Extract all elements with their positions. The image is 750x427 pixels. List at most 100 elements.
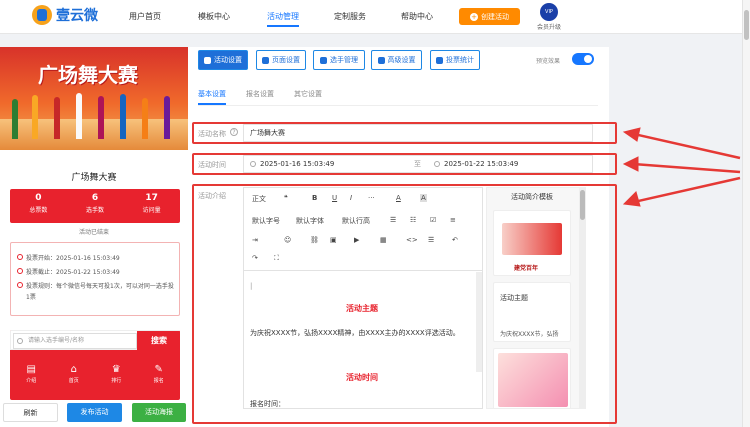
tab-label: 排行 xyxy=(111,378,122,384)
tab-advanced-settings[interactable]: 高级设置 xyxy=(371,50,422,70)
scrollbar-thumb[interactable] xyxy=(744,10,749,40)
template-scrollbar[interactable] xyxy=(579,188,585,408)
arrow-line xyxy=(633,162,741,174)
editor-scrollbar[interactable] xyxy=(476,272,482,372)
tab-vote-statistics[interactable]: 投票统计 xyxy=(430,50,480,70)
font-family-select[interactable]: 默认字体 xyxy=(296,216,324,226)
tab-signup[interactable]: ✎ 报名 xyxy=(138,360,181,400)
divider-icon[interactable]: ☰ xyxy=(428,236,434,244)
line-height-select[interactable]: 默认行高 xyxy=(342,216,370,226)
nav-home[interactable]: 用户首页 xyxy=(129,11,161,22)
subtab-basic[interactable]: 基本设置 xyxy=(198,89,226,105)
bold-icon[interactable]: B xyxy=(312,194,317,202)
quote-icon[interactable]: ❝ xyxy=(284,194,288,202)
nav-help-center[interactable]: 帮助中心 xyxy=(401,11,433,22)
subtab-signup[interactable]: 报名设置 xyxy=(246,89,274,99)
clock-icon xyxy=(250,161,256,167)
paragraph-style-select[interactable]: 正文 xyxy=(252,194,266,204)
font-color-icon[interactable]: A xyxy=(396,194,401,202)
start-time[interactable]: 2025-01-16 15:03:49 xyxy=(260,160,334,168)
clock-icon xyxy=(17,282,23,288)
mobile-preview-panel: 广场舞大赛 广场舞大赛 0 总票数 6 选手数 17 访问量 活动已结束 投票开始：2… xyxy=(0,47,188,427)
dancer-figure xyxy=(54,97,60,139)
tab-home[interactable]: ⌂ 首页 xyxy=(53,360,96,400)
stat-value: 6 xyxy=(91,193,99,203)
settings-panel: 活动设置 页面设置 选手管理 高级设置 投票统计 预览效果 基本设置 报名设置 … xyxy=(188,47,617,427)
nav-templates[interactable]: 模板中心 xyxy=(198,11,230,22)
template-panel-title: 活动简介模板 xyxy=(511,193,553,201)
create-activity-label: 创建活动 xyxy=(481,12,509,21)
number-list-icon[interactable]: ☷ xyxy=(410,216,416,224)
create-activity-button[interactable]: + 创建活动 xyxy=(459,8,520,25)
refresh-button[interactable]: 刷新 xyxy=(3,403,58,422)
redo-icon[interactable]: ↷ xyxy=(252,254,258,262)
todo-icon[interactable]: ☑ xyxy=(430,216,436,224)
tab-page-settings[interactable]: 页面设置 xyxy=(256,50,306,70)
table-icon[interactable]: ▦ xyxy=(380,236,387,244)
fullscreen-icon[interactable]: ⛶ xyxy=(274,254,279,263)
vip-upgrade[interactable]: VIP 会员升级 xyxy=(533,3,565,31)
template-card-title: 活动主题 xyxy=(500,294,528,302)
vote-end: 投票截止：2025-01-22 15:03:49 xyxy=(26,269,120,276)
font-size-select[interactable]: 默认字号 xyxy=(252,216,280,226)
italic-icon[interactable]: I xyxy=(350,194,352,202)
name-label: 活动名称 xyxy=(198,130,226,138)
video-icon[interactable]: ▶ xyxy=(354,236,359,244)
link-icon[interactable]: ⛓ xyxy=(310,236,319,244)
rich-text-editor[interactable]: 正文 ❝ B U I ··· A A 默认字号 默认字体 默认行高 ☰ ☷ ☑ … xyxy=(243,187,483,409)
preview-toggle[interactable] xyxy=(572,53,594,65)
clock-icon xyxy=(17,268,23,274)
text-cursor: | xyxy=(250,282,253,290)
logo[interactable]: 壹云微 xyxy=(32,5,98,25)
nav-custom-service[interactable]: 定制服务 xyxy=(334,11,366,22)
code-icon[interactable]: <> xyxy=(406,236,418,244)
poster-button[interactable]: 活动海报 xyxy=(132,403,186,422)
template-card[interactable]: 建党百年 xyxy=(493,210,571,276)
template-thumbnail xyxy=(502,223,562,255)
activity-name-input[interactable]: 广场舞大赛 xyxy=(243,124,593,142)
range-separator: 至 xyxy=(414,160,421,168)
scrollbar-thumb[interactable] xyxy=(580,190,585,220)
help-icon[interactable]: ? xyxy=(230,128,238,136)
emoji-icon[interactable]: ☺ xyxy=(284,236,291,244)
image-icon[interactable]: ▣ xyxy=(330,236,337,244)
tab-intro[interactable]: ▤ 介绍 xyxy=(10,360,53,400)
end-time[interactable]: 2025-01-22 15:03:49 xyxy=(444,160,518,168)
nav-activity-management[interactable]: 活动管理 xyxy=(267,11,299,27)
activity-status: 活动已结束 xyxy=(78,229,109,236)
undo-icon[interactable]: ↶ xyxy=(452,236,458,244)
toolbar-divider xyxy=(244,270,482,271)
subtab-other[interactable]: 其它设置 xyxy=(294,89,322,99)
template-card-text: 为庆祝XXXX节，弘扬 xyxy=(500,331,559,338)
template-card[interactable] xyxy=(493,348,571,408)
more-icon[interactable]: ··· xyxy=(368,194,375,202)
intro-label: 活动介绍 xyxy=(198,192,226,200)
content-heading-theme: 活动主题 xyxy=(346,304,378,313)
bg-color-icon[interactable]: A xyxy=(420,194,427,202)
dancer-figure xyxy=(142,98,148,139)
page-scrollbar[interactable] xyxy=(742,0,750,427)
underline-icon[interactable]: U xyxy=(332,194,337,202)
tab-contestant-management[interactable]: 选手管理 xyxy=(313,50,365,70)
dancer-figure xyxy=(76,93,82,139)
stat-label: 总票数 xyxy=(29,207,48,214)
bullet-list-icon[interactable]: ☰ xyxy=(390,216,396,224)
template-card[interactable]: 活动主题 为庆祝XXXX节，弘扬 xyxy=(493,282,571,342)
content-heading-time: 活动时间 xyxy=(346,373,378,382)
activity-time-range[interactable]: 2025-01-16 15:03:49 至 2025-01-22 15:03:4… xyxy=(243,155,593,173)
dancer-figure xyxy=(12,99,18,139)
publish-button[interactable]: 发布活动 xyxy=(67,403,122,422)
search-button[interactable]: 搜索 xyxy=(137,331,180,351)
align-icon[interactable]: ≡ xyxy=(450,216,456,224)
stat-total-votes: 0 总票数 xyxy=(10,189,67,223)
indent-icon[interactable]: ⇥ xyxy=(252,236,258,244)
template-panel: 活动简介模板 建党百年 活动主题 为庆祝XXXX节，弘扬 xyxy=(486,187,586,409)
search-row: 请输入选手编号/名称 搜索 xyxy=(10,330,180,351)
tab-ranking[interactable]: ♛ 排行 xyxy=(95,360,138,400)
vote-rule-row: 投票规则：每个微信号每天可投1次，可以对同一选手投1票 xyxy=(17,281,175,303)
arrow-line xyxy=(633,176,741,204)
contestant-search-input[interactable]: 请输入选手编号/名称 xyxy=(13,333,137,349)
tab-activity-settings[interactable]: 活动设置 xyxy=(198,50,248,70)
template-card-text: 建党百年 xyxy=(514,265,539,272)
arrow-head xyxy=(622,156,639,172)
